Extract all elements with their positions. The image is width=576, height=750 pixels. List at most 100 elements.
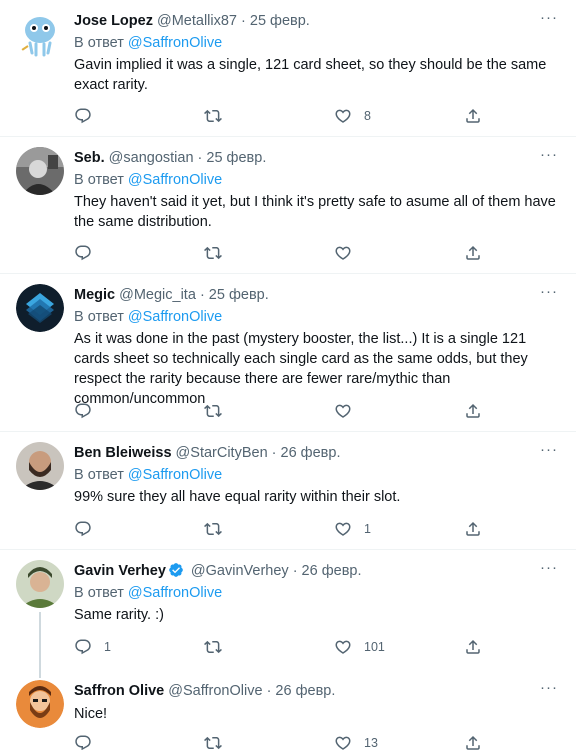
like-button[interactable] bbox=[334, 401, 364, 421]
share-icon bbox=[464, 244, 482, 262]
reply-icon bbox=[74, 244, 92, 262]
more-icon[interactable]: ··· bbox=[540, 560, 558, 575]
tweet-date[interactable]: · 25 февр. bbox=[198, 150, 267, 166]
more-icon[interactable]: ··· bbox=[540, 284, 558, 299]
reply-button[interactable]: 1 bbox=[74, 637, 111, 657]
tweet[interactable]: Megic @Megic_ita · 25 февр. ··· В ответ … bbox=[0, 274, 576, 432]
reply-button[interactable] bbox=[74, 106, 104, 126]
retweet-button[interactable] bbox=[204, 637, 234, 657]
tweet-text: They haven't said it yet, but I think it… bbox=[74, 194, 556, 230]
reply-to-link[interactable]: @SaffronOlive bbox=[128, 309, 222, 325]
reply-button[interactable] bbox=[74, 401, 104, 421]
tweet-text: Gavin implied it was a single, 121 card … bbox=[74, 57, 547, 93]
retweet-icon bbox=[204, 402, 222, 420]
reply-button[interactable] bbox=[74, 243, 104, 263]
like-button[interactable]: 8 bbox=[334, 106, 371, 126]
tweet[interactable]: Saffron Olive @SaffronOlive · 26 февр. ·… bbox=[0, 670, 576, 750]
retweet-button[interactable] bbox=[204, 733, 234, 750]
author-name[interactable]: Seb. bbox=[74, 150, 105, 166]
tweet-date[interactable]: · 26 февр. bbox=[293, 563, 362, 579]
retweet-button[interactable] bbox=[204, 519, 234, 539]
like-icon bbox=[334, 402, 352, 420]
tweet[interactable]: Ben Bleiweiss @StarCityBen · 26 февр. ··… bbox=[0, 432, 576, 550]
reply-prefix: В ответ bbox=[74, 172, 124, 188]
like-button[interactable] bbox=[334, 243, 364, 263]
share-button[interactable] bbox=[464, 243, 482, 263]
author-name[interactable]: Ben Bleiweiss bbox=[74, 445, 172, 461]
reply-context: В ответ @SaffronOlive bbox=[74, 584, 222, 602]
share-icon bbox=[464, 638, 482, 656]
like-icon bbox=[334, 638, 352, 656]
more-icon[interactable]: ··· bbox=[540, 680, 558, 695]
author-name[interactable]: Saffron Olive bbox=[74, 683, 164, 699]
reply-prefix: В ответ bbox=[74, 309, 124, 325]
share-icon bbox=[464, 402, 482, 420]
avatar[interactable] bbox=[16, 442, 64, 490]
tweet-date[interactable]: · 26 февр. bbox=[272, 445, 341, 461]
reply-to-link[interactable]: @SaffronOlive bbox=[128, 585, 222, 601]
tweet[interactable]: Seb. @sangostian · 25 февр. ··· В ответ … bbox=[0, 137, 576, 274]
avatar[interactable] bbox=[16, 147, 64, 195]
like-button[interactable]: 1 bbox=[334, 519, 371, 539]
tweet-date[interactable]: · 25 февр. bbox=[200, 287, 269, 303]
share-button[interactable] bbox=[464, 733, 482, 750]
reply-to-link[interactable]: @SaffronOlive bbox=[128, 172, 222, 188]
author-handle[interactable]: @SaffronOlive bbox=[168, 683, 262, 699]
tweet-actions: 13 bbox=[74, 733, 494, 750]
avatar[interactable] bbox=[16, 284, 64, 332]
reply-prefix: В ответ bbox=[74, 467, 124, 483]
author-name[interactable]: Jose Lopez bbox=[74, 13, 153, 29]
author-handle[interactable]: @GavinVerhey bbox=[191, 563, 289, 579]
reply-icon bbox=[74, 638, 92, 656]
reply-to-link[interactable]: @SaffronOlive bbox=[128, 467, 222, 483]
author-handle[interactable]: @StarCityBen bbox=[176, 445, 268, 461]
author-name[interactable]: Gavin Verhey bbox=[74, 563, 166, 579]
reply-context: В ответ @SaffronOlive bbox=[74, 34, 222, 52]
reply-button[interactable] bbox=[74, 519, 104, 539]
tweet-actions: 8 bbox=[74, 106, 494, 126]
like-count: 13 bbox=[364, 736, 378, 750]
share-icon bbox=[464, 520, 482, 538]
like-button[interactable]: 13 bbox=[334, 733, 378, 750]
like-icon bbox=[334, 244, 352, 262]
tweet-date[interactable]: · 25 февр. bbox=[241, 13, 310, 29]
like-button[interactable]: 101 bbox=[334, 637, 385, 657]
like-icon bbox=[334, 734, 352, 750]
reply-prefix: В ответ bbox=[74, 585, 124, 601]
share-button[interactable] bbox=[464, 637, 482, 657]
like-count: 8 bbox=[364, 109, 371, 123]
share-button[interactable] bbox=[464, 519, 482, 539]
tweet-text: Nice! bbox=[74, 706, 108, 722]
tweet[interactable]: Gavin Verhey @GavinVerhey · 26 февр. ···… bbox=[0, 550, 576, 678]
tweet-actions: 1 bbox=[74, 519, 494, 539]
tweet-text: 99% sure they all have equal rarity with… bbox=[74, 489, 401, 505]
reply-context: В ответ @SaffronOlive bbox=[74, 171, 222, 189]
like-count: 1 bbox=[364, 522, 371, 536]
author-name[interactable]: Megic bbox=[74, 287, 115, 303]
more-icon[interactable]: ··· bbox=[540, 10, 558, 25]
author-handle[interactable]: @sangostian bbox=[109, 150, 194, 166]
avatar[interactable] bbox=[16, 560, 64, 608]
reply-icon bbox=[74, 520, 92, 538]
thread-line bbox=[39, 612, 41, 678]
share-button[interactable] bbox=[464, 106, 482, 126]
reply-button[interactable] bbox=[74, 733, 104, 750]
retweet-button[interactable] bbox=[204, 106, 234, 126]
retweet-button[interactable] bbox=[204, 243, 234, 263]
author-handle[interactable]: @Metallix87 bbox=[157, 13, 237, 29]
more-icon[interactable]: ··· bbox=[540, 442, 558, 457]
more-icon[interactable]: ··· bbox=[540, 147, 558, 162]
reply-icon bbox=[74, 734, 92, 750]
share-button[interactable] bbox=[464, 401, 482, 421]
author-handle[interactable]: @Megic_ita bbox=[119, 287, 196, 303]
retweet-icon bbox=[204, 734, 222, 750]
tweet[interactable]: Jose Lopez @Metallix87 · 25 февр. ··· В … bbox=[0, 0, 576, 137]
retweet-button[interactable] bbox=[204, 401, 234, 421]
avatar[interactable] bbox=[16, 10, 64, 58]
reply-to-link[interactable]: @SaffronOlive bbox=[128, 35, 222, 51]
share-icon bbox=[464, 734, 482, 750]
reply-count: 1 bbox=[104, 640, 111, 654]
avatar[interactable] bbox=[16, 680, 64, 728]
reply-context: В ответ @SaffronOlive bbox=[74, 308, 222, 326]
tweet-date[interactable]: · 26 февр. bbox=[267, 683, 336, 699]
